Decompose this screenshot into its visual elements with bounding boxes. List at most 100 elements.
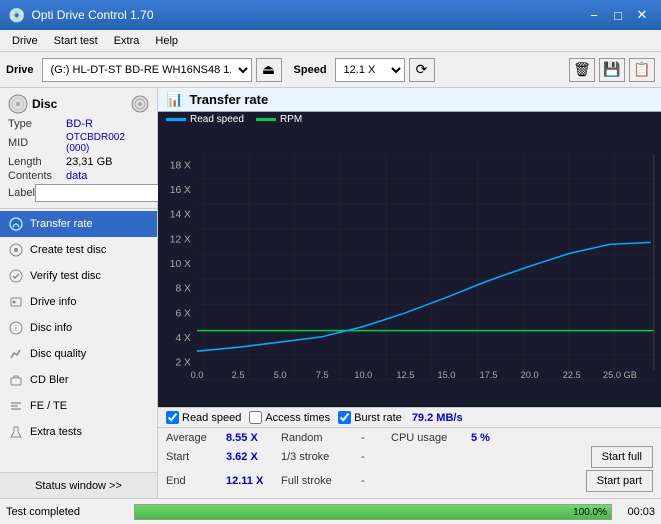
svg-text:25.0 GB: 25.0 GB [603,370,637,380]
nav-label-transfer-rate: Transfer rate [30,218,93,230]
stats-area: Average 8.55 X Random - CPU usage 5 % St… [158,428,661,498]
burst-rate-value: 79.2 MB/s [412,412,463,424]
stats-row-average: Average 8.55 X Random - CPU usage 5 % [166,432,653,444]
nav-item-disc-info[interactable]: i Disc info [0,315,157,341]
legend-rpm-label: RPM [280,114,302,125]
progress-fill [135,505,611,519]
checkbox-access-times: Access times [249,411,330,424]
checkbox-row: Read speed Access times Burst rate 79.2 … [158,407,661,428]
chart-legend: Read speed RPM [158,112,661,127]
one-third-stroke-value: - [361,451,391,463]
nav-item-transfer-rate[interactable]: Transfer rate [0,211,157,237]
disc-type-row: Type BD-R [8,118,149,130]
main: Disc Type BD-R MID OTCBDR002 (000) Lengt… [0,88,661,498]
disc-small-icon [131,95,149,113]
menubar: Drive Start test Extra Help [0,30,661,52]
start-part-button[interactable]: Start part [586,470,653,492]
nav-label-fe-te: FE / TE [30,400,67,412]
disc-info-icon: i [8,320,24,336]
nav-items: Transfer rate Create test disc Verify te… [0,209,157,472]
refresh-button[interactable]: ⟳ [409,58,435,82]
menu-start-test[interactable]: Start test [46,33,106,49]
drive-label: Drive [6,64,34,76]
app-icon: 💿 [8,7,25,24]
burst-rate-checkbox[interactable] [338,411,351,424]
read-speed-checkbox-label: Read speed [182,412,241,424]
nav-item-cd-bler[interactable]: CD Bler [0,367,157,393]
window-controls: − □ ✕ [583,5,653,25]
save-button[interactable]: 📋 [629,58,655,82]
status-window-button[interactable]: Status window >> [0,472,157,498]
maximize-button[interactable]: □ [607,5,629,25]
panel-title: Transfer rate [189,92,268,107]
svg-text:0.0: 0.0 [191,370,204,380]
menu-extra[interactable]: Extra [106,33,148,49]
disc-contents-row: Contents data [8,170,149,182]
svg-text:10.0: 10.0 [354,370,372,380]
svg-text:16 X: 16 X [170,185,191,196]
transfer-rate-icon [8,216,24,232]
nav-item-drive-info[interactable]: Drive info [0,289,157,315]
cpu-usage-value: 5 % [471,432,653,444]
nav-item-extra-tests[interactable]: Extra tests [0,419,157,445]
drive-info-icon [8,294,24,310]
disc-mid-row: MID OTCBDR002 (000) [8,132,149,154]
random-label: Random [281,432,361,444]
cd-bler-icon [8,372,24,388]
nav-item-disc-quality[interactable]: Disc quality [0,341,157,367]
access-times-checkbox-label: Access times [265,412,330,424]
full-stroke-label: Full stroke [281,475,361,487]
svg-text:12 X: 12 X [170,234,191,245]
svg-text:18 X: 18 X [170,160,191,171]
speed-select[interactable]: 12.1 X [335,58,405,82]
svg-text:5.0: 5.0 [274,370,287,380]
access-times-checkbox[interactable] [249,411,262,424]
svg-text:14 X: 14 X [170,210,191,221]
eject-button[interactable]: ⏏ [256,58,282,82]
nav-item-verify-test-disc[interactable]: Verify test disc [0,263,157,289]
titlebar: 💿 Opti Drive Control 1.70 − □ ✕ [0,0,661,30]
write-button[interactable]: 💾 [599,58,625,82]
svg-text:i: i [15,324,17,333]
full-stroke-value: - [361,475,391,487]
progress-bar: 100.0% [134,504,612,520]
cpu-usage-label: CPU usage [391,432,471,444]
elapsed-time: 00:03 [620,506,655,518]
nav-item-create-test-disc[interactable]: Create test disc [0,237,157,263]
stats-row-end: End 12.11 X Full stroke - Start part [166,470,653,492]
burst-rate-checkbox-label: Burst rate [354,412,402,424]
create-test-disc-icon [8,242,24,258]
disc-icon [8,94,28,114]
nav-label-disc-quality: Disc quality [30,348,86,360]
nav-item-fe-te[interactable]: FE / TE [0,393,157,419]
checkbox-burst-rate: Burst rate [338,411,402,424]
legend-read-speed-label: Read speed [190,114,244,125]
menu-help[interactable]: Help [147,33,186,49]
drive-select[interactable]: (G:) HL-DT-ST BD-RE WH16NS48 1.D3 [42,58,252,82]
stats-row-start: Start 3.62 X 1/3 stroke - Start full [166,446,653,468]
svg-text:12.5: 12.5 [396,370,414,380]
speed-label: Speed [294,64,327,76]
nav-label-drive-info: Drive info [30,296,76,308]
nav-label-cd-bler: CD Bler [30,374,69,386]
delete-button[interactable]: 🗑 [569,58,595,82]
panel-header: 📊 Transfer rate [158,88,661,112]
minimize-button[interactable]: − [583,5,605,25]
legend-read-speed-color [166,118,186,121]
svg-text:2.5: 2.5 [232,370,245,380]
svg-text:22.5: 22.5 [563,370,581,380]
read-speed-checkbox[interactable] [166,411,179,424]
disc-quality-icon [8,346,24,362]
start-full-button[interactable]: Start full [591,446,653,468]
close-button[interactable]: ✕ [631,5,653,25]
legend-rpm-color [256,118,276,121]
toolbar: Drive (G:) HL-DT-ST BD-RE WH16NS48 1.D3 … [0,52,661,88]
transfer-rate-chart: 18 X 16 X 14 X 12 X 10 X 8 X 6 X 4 X 2 X… [158,127,661,407]
content-area: 📊 Transfer rate Read speed RPM [158,88,661,498]
end-label: End [166,475,226,487]
average-label: Average [166,432,226,444]
menu-drive[interactable]: Drive [4,33,46,49]
verify-test-disc-icon [8,268,24,284]
legend-rpm: RPM [256,114,302,125]
nav-label-verify-test-disc: Verify test disc [30,270,101,282]
